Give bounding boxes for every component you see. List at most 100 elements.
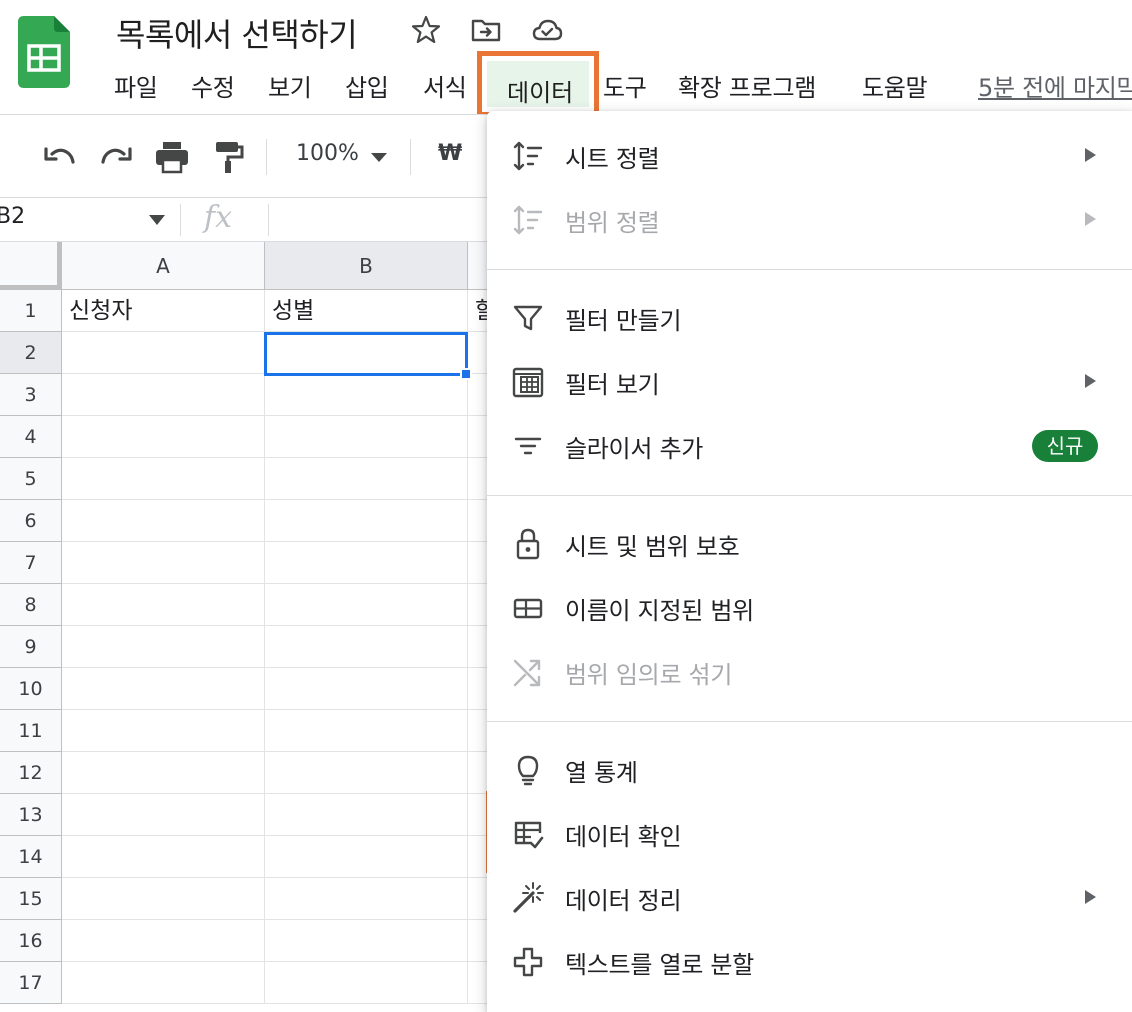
cell-b[interactable] <box>265 962 468 1004</box>
name-box[interactable]: B2 <box>0 204 25 229</box>
menu-item-sort-range[interactable]: 범위 정렬 <box>487 189 1132 249</box>
filter-icon <box>513 305 543 331</box>
column-header-b[interactable]: B <box>265 242 468 290</box>
redo-icon[interactable] <box>96 139 136 175</box>
cell-a[interactable] <box>62 500 265 542</box>
row-header[interactable]: 6 <box>0 500 62 542</box>
named-range-icon <box>513 598 543 619</box>
menu-extensions[interactable]: 확장 프로그램 <box>678 68 816 103</box>
cell-a[interactable] <box>62 794 265 836</box>
cell-b[interactable] <box>265 416 468 458</box>
cell-a[interactable] <box>62 626 265 668</box>
zoom-dropdown-arrow-icon[interactable] <box>368 147 390 167</box>
menu-item-data-validation[interactable]: 데이터 확인 <box>487 803 1132 863</box>
menu-item-column-stats[interactable]: 열 통계 <box>487 739 1132 799</box>
cell-b[interactable] <box>265 794 468 836</box>
cell-b[interactable] <box>265 878 468 920</box>
cell-b[interactable] <box>265 458 468 500</box>
row-header[interactable]: 11 <box>0 710 62 752</box>
row-header[interactable]: 4 <box>0 416 62 458</box>
column-header-a[interactable]: A <box>62 242 265 290</box>
menu-file[interactable]: 파일 <box>114 68 158 103</box>
submenu-arrow-icon <box>1085 374 1096 388</box>
row-header[interactable]: 3 <box>0 374 62 416</box>
menu-data[interactable]: 데이터 <box>487 61 589 107</box>
cell-a[interactable]: 신청자 <box>62 290 265 332</box>
menu-item-randomize-range[interactable]: 범위 임의로 섞기 <box>487 641 1132 701</box>
menu-item-filter-views[interactable]: 필터 보기 <box>487 351 1132 411</box>
name-box-dropdown-icon[interactable] <box>148 214 166 226</box>
menu-format[interactable]: 서식 <box>423 68 467 103</box>
menu-view[interactable]: 보기 <box>268 68 312 103</box>
row-header[interactable]: 10 <box>0 668 62 710</box>
menu-item-split-text[interactable]: 텍스트를 열로 분할 <box>487 931 1132 991</box>
cell-b[interactable] <box>265 920 468 962</box>
cell-b[interactable] <box>265 500 468 542</box>
cell-a[interactable] <box>62 374 265 416</box>
cell-a[interactable] <box>62 584 265 626</box>
menu-item-add-slicer[interactable]: 슬라이서 추가 신규 <box>487 415 1132 475</box>
cell-b[interactable] <box>265 542 468 584</box>
cell-a[interactable] <box>62 332 265 374</box>
undo-icon[interactable] <box>40 139 80 175</box>
last-edit-link[interactable]: 5분 전에 마지막 <box>978 68 1132 103</box>
cell-a[interactable] <box>62 416 265 458</box>
row-header[interactable]: 1 <box>0 290 62 332</box>
paint-format-icon[interactable] <box>208 139 248 175</box>
menu-tools[interactable]: 도구 <box>603 68 647 103</box>
cell-a[interactable] <box>62 542 265 584</box>
sort-range-icon <box>513 205 543 235</box>
cell-a[interactable] <box>62 962 265 1004</box>
fill-handle[interactable] <box>460 368 472 380</box>
shuffle-icon <box>513 659 541 687</box>
cell-b[interactable] <box>265 752 468 794</box>
print-icon[interactable] <box>152 139 192 175</box>
menu-item-label: 필터 만들기 <box>565 307 682 335</box>
row-header[interactable]: 2 <box>0 332 62 374</box>
menu-insert[interactable]: 삽입 <box>345 68 389 103</box>
zoom-select[interactable]: 100% <box>296 141 359 166</box>
row-header[interactable]: 14 <box>0 836 62 878</box>
row-header[interactable]: 17 <box>0 962 62 1004</box>
cell-b[interactable] <box>265 374 468 416</box>
cell-b[interactable] <box>265 668 468 710</box>
submenu-arrow-icon <box>1085 890 1096 904</box>
active-cell-b2[interactable] <box>264 332 468 376</box>
cell-a[interactable] <box>62 878 265 920</box>
menu-item-named-ranges[interactable]: 이름이 지정된 범위 <box>487 577 1132 637</box>
data-menu-dropdown: 시트 정렬 범위 정렬 필터 만들기 필터 보기 슬라이서 추가 신규 시트 및… <box>487 111 1132 1012</box>
star-icon[interactable] <box>410 14 442 46</box>
row-header[interactable]: 7 <box>0 542 62 584</box>
currency-format-button[interactable]: ₩ <box>438 141 462 166</box>
cell-a[interactable] <box>62 836 265 878</box>
menu-item-create-filter[interactable]: 필터 만들기 <box>487 287 1132 347</box>
fx-icon: fx <box>204 200 233 235</box>
cell-b[interactable]: 성별 <box>265 290 468 332</box>
cell-b[interactable] <box>265 584 468 626</box>
cell-b[interactable] <box>265 626 468 668</box>
cloud-saved-icon[interactable] <box>531 14 563 46</box>
row-header[interactable]: 13 <box>0 794 62 836</box>
cell-a[interactable] <box>62 752 265 794</box>
document-title[interactable]: 목록에서 선택하기 <box>116 10 358 56</box>
row-header[interactable]: 15 <box>0 878 62 920</box>
row-header[interactable]: 12 <box>0 752 62 794</box>
cell-a[interactable] <box>62 920 265 962</box>
cell-a[interactable] <box>62 710 265 752</box>
cell-b[interactable] <box>265 836 468 878</box>
menu-item-protect-sheets[interactable]: 시트 및 범위 보호 <box>487 513 1132 573</box>
menu-item-data-cleanup[interactable]: 데이터 정리 <box>487 867 1132 927</box>
menu-edit[interactable]: 수정 <box>191 68 235 103</box>
split-text-icon <box>513 947 543 977</box>
row-header[interactable]: 9 <box>0 626 62 668</box>
menu-item-sort-sheet[interactable]: 시트 정렬 <box>487 125 1132 185</box>
cell-a[interactable] <box>62 668 265 710</box>
cell-a[interactable] <box>62 458 265 500</box>
row-header[interactable]: 8 <box>0 584 62 626</box>
cell-b[interactable] <box>265 710 468 752</box>
menu-help[interactable]: 도움말 <box>862 68 928 103</box>
move-folder-icon[interactable] <box>470 14 502 46</box>
row-header[interactable]: 16 <box>0 920 62 962</box>
select-all-corner[interactable] <box>0 242 62 290</box>
row-header[interactable]: 5 <box>0 458 62 500</box>
